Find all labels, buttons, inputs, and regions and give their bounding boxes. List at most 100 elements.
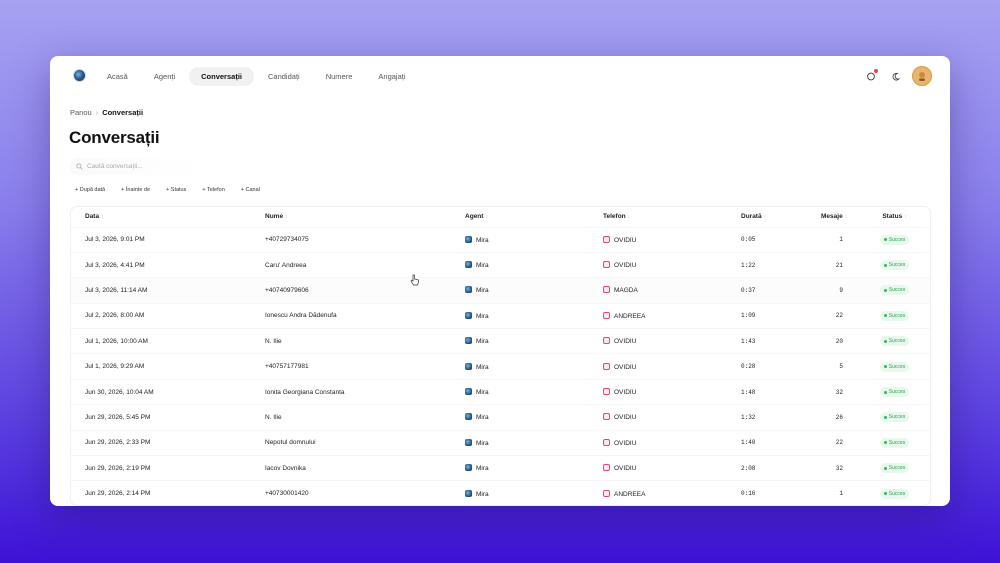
table-row[interactable]: Jul 3, 2026, 11:14 AM +40740979606 Mira MAG… xyxy=(71,277,930,304)
status-label: Succes xyxy=(888,465,906,472)
table-row[interactable]: Jun 30, 2026, 10:04 AM Ionita Georgiana C… xyxy=(71,378,930,405)
status-dot xyxy=(883,238,887,242)
top-navbar: Acasă Agenți Conversații Candidați Numer… xyxy=(50,56,950,96)
cell-messages: 26 xyxy=(807,404,857,431)
phone-line-name: OVIDIU xyxy=(614,465,637,473)
search-icon xyxy=(76,163,83,170)
table-body: Jul 3, 2026, 9:01 PM +40729734075 Mira OVID… xyxy=(71,226,930,505)
phone-line-name: ANDREEA xyxy=(614,312,646,320)
notification-dot xyxy=(874,69,878,73)
user-avatar[interactable] xyxy=(912,66,932,86)
table-row[interactable]: Jun 29, 2026, 2:14 PM +40730001420 Mira AND… xyxy=(71,480,930,505)
agent-name: Mira xyxy=(476,236,489,244)
filter-dupa-data[interactable]: + După dată xyxy=(70,184,111,196)
phone-channel-icon xyxy=(603,388,610,396)
table-row[interactable]: Jul 3, 2026, 9:01 PM +40729734075 Mira OVID… xyxy=(71,226,930,253)
sort-icon: ↕ xyxy=(763,214,767,221)
cell-phone: OVIDIU xyxy=(589,328,727,354)
table-row[interactable]: Jul 2, 2026, 8:00 AM Ionescu Andra Dădenu… xyxy=(71,302,930,329)
status-badge: Succes xyxy=(879,285,910,296)
status-label: Succes xyxy=(888,312,906,319)
column-header-messages-label: Mesaje xyxy=(821,213,843,221)
phone-channel-icon xyxy=(603,337,610,345)
column-header-duration[interactable]: Durată ↕ xyxy=(727,207,807,227)
filter-telefon[interactable]: + Telefon xyxy=(197,184,230,196)
topbar-actions xyxy=(864,66,932,86)
cell-date: Jun 29, 2026, 2:14 PM xyxy=(71,480,251,505)
nav-item-candidati[interactable]: Candidați xyxy=(257,68,311,85)
cell-phone: OVIDIU xyxy=(589,455,727,481)
breadcrumb-root[interactable]: Panou xyxy=(70,108,92,117)
brand-logo-icon[interactable] xyxy=(73,69,86,82)
filter-status[interactable]: + Status xyxy=(161,184,192,196)
filter-canal[interactable]: + Canal xyxy=(235,184,265,196)
cell-duration: 1:48 xyxy=(727,378,807,405)
cell-status: Succes xyxy=(857,328,930,354)
status-badge: Succes xyxy=(879,387,910,398)
cell-agent: Mira xyxy=(451,251,589,278)
agent-name: Mira xyxy=(476,287,489,295)
phone-line-name: OVIDIU xyxy=(614,439,637,447)
agent-name: Mira xyxy=(476,414,489,422)
cell-messages: 1 xyxy=(807,226,857,253)
cell-status: Succes xyxy=(857,226,930,253)
table-row[interactable]: Jun 29, 2026, 2:19 PM Iacov Dovnika Mira OV… xyxy=(71,455,930,481)
cell-name: Iacov Dovnika xyxy=(251,455,451,481)
column-header-agent-label: Agent xyxy=(465,213,484,221)
column-header-status[interactable]: Status ↕ xyxy=(857,207,930,227)
status-badge: Succes xyxy=(879,336,910,347)
column-header-messages[interactable]: Mesaje ↕ xyxy=(807,207,857,227)
cell-name: N. Ilie xyxy=(251,404,451,431)
nav-item-acasa[interactable]: Acasă xyxy=(96,68,139,85)
moon-icon xyxy=(892,72,900,80)
status-dot xyxy=(883,390,887,394)
nav-item-angajati[interactable]: Angajați xyxy=(367,68,416,85)
notifications-button[interactable] xyxy=(864,69,878,83)
cell-phone: OVIDIU xyxy=(589,353,727,380)
nav-item-numere[interactable]: Numere xyxy=(315,68,364,85)
cell-messages: 22 xyxy=(807,302,857,329)
cell-status: Succes xyxy=(857,277,930,304)
column-header-phone[interactable]: Telefon ↕ xyxy=(589,207,727,227)
agent-name: Mira xyxy=(476,465,489,473)
sort-icon: ↕ xyxy=(627,214,631,221)
nav-item-conversatii[interactable]: Conversații xyxy=(190,68,253,85)
cell-name: N. Ilie xyxy=(251,328,451,354)
status-dot xyxy=(883,288,887,292)
agent-name: Mira xyxy=(476,312,489,320)
filter-inainte-de[interactable]: + Înainte de xyxy=(116,184,156,196)
sort-icon: ↕ xyxy=(904,214,907,221)
cell-phone: OVIDIU xyxy=(589,251,727,278)
table-row[interactable]: Jul 1, 2026, 10:00 AM N. Ilie Mira OVIDIU 1:… xyxy=(71,328,930,354)
cell-name: +40757177981 xyxy=(251,353,451,380)
cell-agent: Mira xyxy=(451,455,589,481)
status-dot xyxy=(883,441,887,445)
table-row[interactable]: Jul 3, 2026, 4:41 PM Caru' Andreea Mira OVI… xyxy=(71,251,930,278)
cell-duration: 1:40 xyxy=(727,429,807,456)
cell-duration: 2:08 xyxy=(727,455,807,481)
phone-channel-icon xyxy=(603,311,610,319)
table-row[interactable]: Jun 29, 2026, 5:45 PM N. Ilie Mira OVIDIU 1:… xyxy=(71,404,930,431)
search-input[interactable] xyxy=(87,163,187,170)
nav-item-agenti[interactable]: Agenți xyxy=(143,68,186,85)
column-header-date[interactable]: Data ↕ xyxy=(71,207,251,227)
column-header-agent[interactable]: Agent ↕ xyxy=(451,207,589,227)
cell-date: Jul 3, 2026, 4:41 PM xyxy=(71,251,251,278)
cell-agent: Mira xyxy=(451,328,589,354)
table-row[interactable]: Jun 29, 2026, 2:33 PM Nepotul domnului Mir… xyxy=(71,429,930,456)
column-header-name-label: Nume xyxy=(265,213,284,221)
cell-duration: 0:37 xyxy=(727,277,807,304)
agent-avatar-icon xyxy=(465,413,472,421)
table-row[interactable]: Jul 1, 2026, 9:29 AM +40757177981 Mira OVID… xyxy=(71,353,930,380)
cell-phone: OVIDIU xyxy=(589,226,727,253)
search-box[interactable] xyxy=(70,158,200,175)
column-header-name[interactable]: Nume ↕ xyxy=(251,207,451,227)
status-label: Succes xyxy=(888,287,906,294)
status-dot xyxy=(883,314,887,318)
agent-name: Mira xyxy=(476,389,489,397)
column-header-duration-label: Durată xyxy=(741,213,762,221)
cell-agent: Mira xyxy=(451,480,589,505)
status-badge: Succes xyxy=(879,260,910,271)
status-label: Succes xyxy=(888,389,906,396)
theme-toggle-button[interactable] xyxy=(888,69,902,83)
